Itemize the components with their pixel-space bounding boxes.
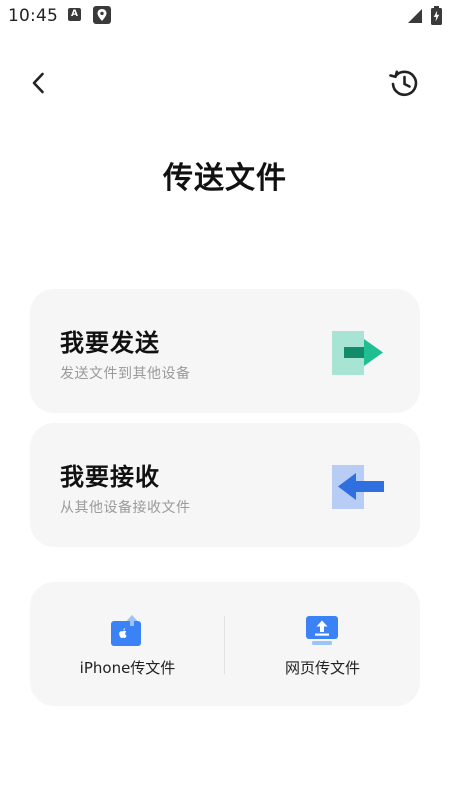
send-title: 我要发送 (60, 329, 160, 357)
iphone-transfer-label: iPhone传文件 (79, 659, 176, 677)
map-pin-icon (93, 6, 111, 24)
web-transfer-label: 网页传文件 (284, 659, 360, 677)
arrow-left-icon (332, 465, 384, 509)
back-button[interactable] (24, 68, 54, 98)
signal-icon (408, 9, 422, 23)
iphone-transfer-button[interactable]: iPhone传文件 (30, 582, 225, 706)
battery-charging-icon (431, 6, 442, 25)
arrow-right-icon (332, 331, 383, 375)
receive-card[interactable]: 我要接收 从其他设备接收文件 (30, 423, 420, 547)
page-title: 传送文件 (163, 161, 287, 196)
web-transfer-button[interactable]: 网页传文件 (225, 582, 420, 706)
send-subtitle: 发送文件到其他设备 (60, 366, 191, 382)
history-icon[interactable] (387, 66, 421, 100)
transfer-tools-card: iPhone传文件 网页传文件 (30, 582, 420, 706)
iphone-transfer-icon (111, 615, 141, 646)
status-bar: 10:45 A (0, 0, 450, 32)
web-monitor-icon (306, 616, 338, 645)
status-time: 10:45 (8, 6, 58, 26)
send-card[interactable]: 我要发送 发送文件到其他设备 (30, 289, 420, 413)
receive-title: 我要接收 (60, 463, 160, 491)
receive-subtitle: 从其他设备接收文件 (60, 500, 191, 516)
a-icon: A (68, 8, 81, 21)
